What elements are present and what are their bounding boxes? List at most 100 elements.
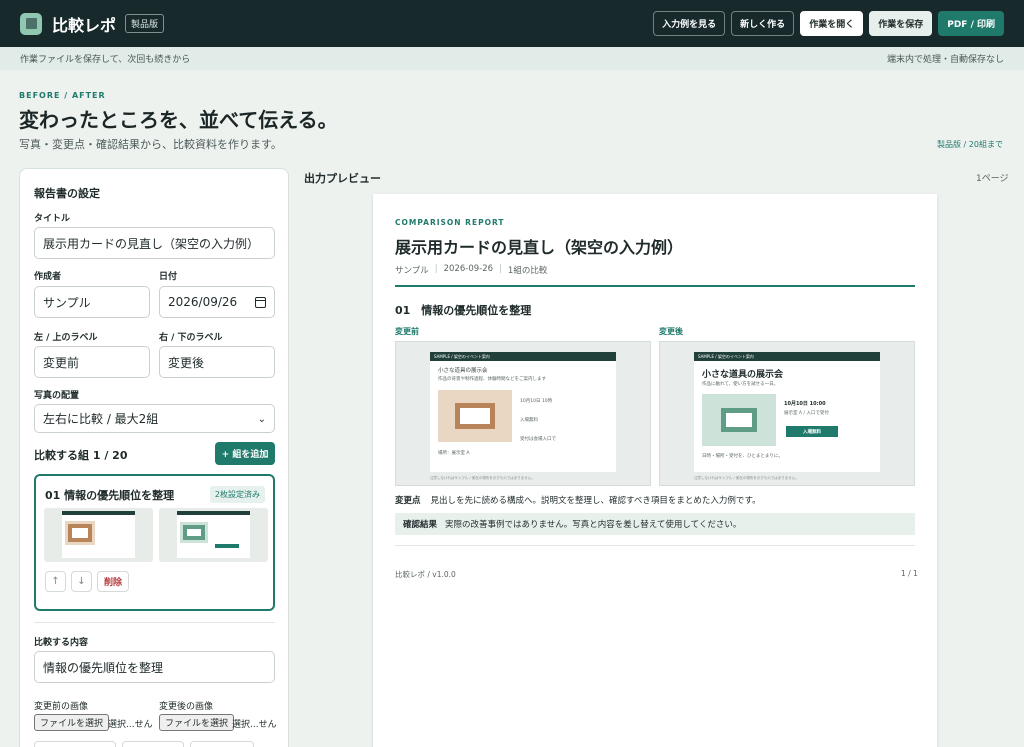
date-value: 2026/09/26 — [168, 295, 238, 309]
report-date: 2026-09-26 — [443, 264, 494, 274]
arrow-down-icon: ↓ — [77, 576, 86, 587]
title-input[interactable]: 展示用カードの見直し（架空の入力例） — [34, 227, 275, 259]
settings-title: 報告書の設定 — [34, 187, 100, 200]
after-shot-sub: 作品に触れて、使い方を試せる一日。 — [702, 382, 779, 387]
after-image: SAMPLE / 架空のイベント案内 小さな道具の展示会 作品に触れて、使い方を… — [659, 341, 915, 486]
view-example-button[interactable]: 入力例を見る — [653, 11, 726, 36]
right-label-input[interactable]: 変更後 — [159, 346, 275, 378]
move-down-button[interactable]: ↓ — [71, 571, 92, 592]
report-eyebrow: COMPARISON REPORT — [395, 218, 505, 227]
date-label: 日付 — [159, 272, 178, 282]
layout-select-value: 左右に比較 / 最大2組 — [43, 412, 159, 426]
after-shot-date: 10月10日 10:00 — [784, 401, 826, 407]
edition-badge: 製品版 — [125, 14, 165, 33]
after-shot-photo — [702, 394, 776, 446]
page-title: 変わったところを、並べて伝える。 — [19, 108, 338, 132]
author-input[interactable]: サンプル — [34, 286, 150, 318]
author-label: 作成者 — [34, 272, 62, 282]
confirm-label: 確認結果 — [403, 520, 438, 530]
report-count: 1組の比較 — [507, 266, 548, 276]
preview-title: 出力プレビュー — [304, 172, 381, 185]
report-title: 展示用カードの見直し（架空の入力例） — [395, 238, 684, 257]
before-image-label: 変更前の画像 — [34, 702, 89, 712]
before-shot-photo — [438, 390, 512, 442]
after-shot-pill: 入場無料 — [786, 426, 838, 437]
header-actions: 入力例を見る 新しく作る 作業を開く 作業を保存 PDF / 印刷 — [653, 11, 1004, 36]
after-file-status: 選択...せん — [232, 720, 277, 730]
page-count: 1ページ — [976, 174, 1009, 184]
left-label-label: 左 / 上のラベル — [34, 333, 98, 343]
group-status-badge: 2枚設定済み — [209, 486, 265, 503]
report-footer-left: 比較レポ / v1.0.0 — [395, 570, 456, 579]
before-column-label: 変更前 — [395, 327, 419, 336]
after-thumbnail — [159, 508, 268, 562]
groups-heading: 比較する組 1 / 20 — [34, 449, 128, 462]
after-file-button[interactable]: ファイルを選択 — [159, 714, 235, 731]
report-rule — [395, 285, 915, 287]
confirm-result: 確認結果 実際の改善事例ではありません。写真と内容を差し替えて使用してください。 — [395, 513, 915, 535]
partial-field[interactable] — [34, 741, 116, 747]
partial-field[interactable] — [190, 741, 254, 747]
before-file-status: 選択...せん — [108, 720, 153, 730]
open-work-button[interactable]: 作業を開く — [800, 11, 864, 36]
confirm-text: 実際の改善事例ではありません。写真と内容を差し替えて使用してください。 — [445, 520, 742, 530]
report-section-title: 01 情報の優先順位を整理 — [395, 304, 532, 317]
chevron-down-icon: ⌄ — [257, 414, 266, 425]
right-label-label: 右 / 下のラベル — [159, 333, 223, 343]
layout-label: 写真の配置 — [34, 391, 80, 401]
before-image: SAMPLE / 架空のイベント案内 小さな道具の展示会 作品の背景や制作過程、… — [395, 341, 651, 486]
add-group-button[interactable]: + 組を追加 — [215, 442, 275, 465]
report-footer-right: 1 / 1 — [901, 569, 918, 578]
calendar-icon[interactable] — [255, 297, 266, 308]
settings-panel: 報告書の設定 タイトル 展示用カードの見直し（架空の入力例） 作成者 サンプル … — [19, 168, 289, 747]
before-shot-detail1: 10月10日 10時 — [520, 399, 553, 404]
info-bar-left: 作業ファイルを保存して、次回も続きから — [20, 55, 191, 65]
before-shot-footnote: 注意しなければサンプル / 実在の場所を示すものではありません。 — [430, 476, 535, 480]
group-title: 01 情報の優先順位を整理 — [45, 489, 175, 502]
info-bar-right: 端末内で処理・自動保存なし — [886, 55, 1004, 65]
after-shot-title: 小さな道具の展示会 — [702, 370, 784, 380]
report-divider — [395, 545, 915, 546]
before-thumbnail — [44, 508, 153, 562]
info-bar: 作業ファイルを保存して、次回も続きから 端末内で処理・自動保存なし — [0, 47, 1024, 70]
change-summary: 変更点 見出しを先に読める構成へ。説明文を整理し、確認すべき項目をまとめた入力例で… — [395, 494, 761, 506]
layout-select[interactable]: 左右に比較 / 最大2組 ⌄ — [34, 404, 275, 433]
before-file-button[interactable]: ファイルを選択 — [34, 714, 110, 731]
after-shot-place: 展示室 A / 入口で受付 — [784, 411, 829, 416]
brand-name: 比較レポ — [52, 15, 117, 35]
logo-icon — [20, 12, 42, 35]
before-shot-place: 場所：展示室 A — [438, 451, 470, 456]
before-shot-detail3: 受付は会場入口で — [520, 437, 556, 442]
after-shot-header: SAMPLE / 架空のイベント案内 — [694, 352, 880, 361]
change-label: 変更点 — [395, 496, 421, 506]
save-work-button[interactable]: 作業を保存 — [869, 11, 933, 36]
title-label: タイトル — [34, 214, 71, 224]
app-header: 比較レポ 製品版 入力例を見る 新しく作る 作業を開く 作業を保存 PDF / … — [0, 0, 1024, 47]
date-input[interactable]: 2026/09/26 — [159, 286, 275, 318]
delete-group-button[interactable]: 削除 — [97, 571, 129, 592]
move-up-button[interactable]: ↑ — [45, 571, 66, 592]
change-text: 見出しを先に読める構成へ。説明文を整理し、確認すべき項目をまとめた入力例です。 — [430, 496, 761, 506]
hero-eyebrow: BEFORE / AFTER — [19, 91, 106, 100]
after-column-label: 変更後 — [659, 327, 683, 336]
after-image-label: 変更後の画像 — [159, 702, 214, 712]
report-author: サンプル — [395, 266, 429, 276]
after-shot-footnote: 注意しなければサンプル / 実在の場所を示すものではありません。 — [694, 476, 799, 480]
content-input[interactable]: 情報の優先順位を整理 — [34, 651, 275, 683]
left-label-input[interactable]: 変更前 — [34, 346, 150, 378]
before-shot-line2: 作品の背景や制作過程、体験時間などをご案内します — [438, 377, 546, 382]
page-subtitle: 写真・変更点・確認結果から、比較資料を作ります。 — [19, 138, 282, 151]
after-shot-bottom: 日時・場所・受付を、ひとまとまりに。 — [702, 454, 783, 459]
group-card[interactable]: 01 情報の優先順位を整理 2枚設定済み ↑ ↓ 削除 — [34, 474, 275, 611]
partial-field[interactable] — [122, 741, 184, 747]
before-shot-line1: 小さな道具の展示会 — [438, 368, 488, 374]
before-shot-header: SAMPLE / 架空のイベント案内 — [430, 352, 616, 361]
divider — [34, 622, 275, 623]
pdf-print-button[interactable]: PDF / 印刷 — [938, 11, 1004, 36]
arrow-up-icon: ↑ — [51, 576, 60, 587]
before-shot-detail2: 入場無料 — [520, 418, 538, 423]
new-button[interactable]: 新しく作る — [731, 11, 795, 36]
report-meta: サンプル | 2026-09-26 | 1組の比較 — [395, 264, 548, 276]
plan-note: 製品版 / 20組まで — [937, 140, 1003, 149]
content-label: 比較する内容 — [34, 638, 89, 648]
